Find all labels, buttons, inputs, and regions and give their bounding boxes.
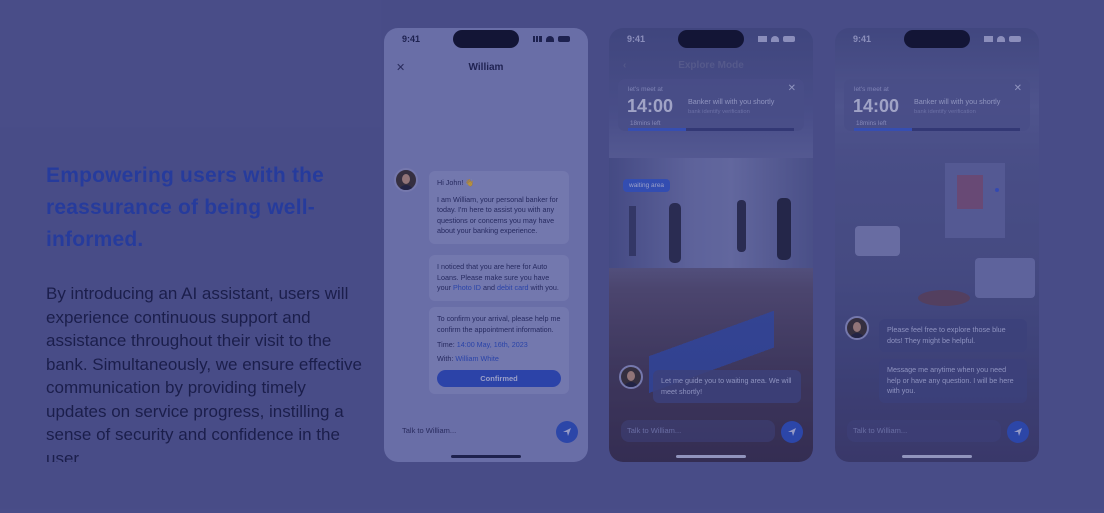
mins-left: 18mins left — [630, 120, 661, 127]
close-icon[interactable]: ✕ — [1014, 83, 1022, 94]
time-progress-bar — [854, 128, 1020, 131]
explore-tip-message: Please feel free to explore those blue d… — [879, 319, 1027, 353]
message-bubble-documents: I noticed that you are here for Auto Loa… — [429, 255, 569, 301]
home-indicator — [676, 455, 746, 458]
chat-title: William — [468, 62, 504, 73]
explore-nav: ‹ Explore Mode — [609, 60, 813, 71]
banker-avatar — [394, 168, 418, 192]
confirmed-button[interactable]: Confirmed — [437, 370, 561, 388]
phone-explore-screen: 9:41 ‹ Explore Mode let's meet at 14:00 … — [609, 28, 813, 462]
send-button[interactable] — [781, 421, 803, 443]
message-bubble-greeting: Hi John! 👋 I am William, your personal b… — [429, 171, 569, 244]
headline: Empowering users with the reassurance of… — [46, 164, 325, 251]
body-copy: By introducing an AI assistant, users wi… — [46, 284, 362, 462]
message-bubble-appointment: To confirm your arrival, please help me … — [429, 307, 569, 395]
send-icon — [563, 428, 571, 436]
waiting-area-pin[interactable]: waiting area — [623, 179, 671, 192]
status-icons — [984, 36, 1021, 42]
meet-time: 14:00 — [627, 96, 674, 116]
chat-input[interactable]: Talk to William... — [621, 420, 775, 442]
dynamic-island — [904, 30, 970, 48]
time-progress-bar — [628, 128, 794, 131]
close-icon[interactable]: ✕ — [396, 58, 405, 78]
signal-icon — [533, 36, 542, 42]
message-intro: I am William, your personal banker for t… — [437, 194, 559, 236]
chat-header: ✕ William — [384, 58, 588, 78]
appointment-card: let's meet at 14:00 18mins left Banker w… — [844, 79, 1030, 131]
mins-left: 18mins left — [856, 120, 887, 127]
phone-chat-screen: 9:41 ✕ William Hi John! 👋 I am William, … — [384, 28, 588, 462]
message-documents-and: and — [482, 283, 495, 293]
message-documents-tail: with you. — [530, 283, 559, 293]
back-icon[interactable]: ‹ — [623, 60, 626, 71]
appointment-time-row: Time: 14:00 May, 16th, 2023 — [437, 340, 561, 351]
phone-explore-tips-screen: 9:41 let's meet at 14:00 18mins left Ban… — [835, 28, 1039, 462]
send-button[interactable] — [1007, 421, 1029, 443]
chat-input[interactable]: Talk to William... — [396, 420, 550, 442]
photo-id-link[interactable]: Photo ID — [453, 283, 481, 292]
dynamic-island — [453, 30, 519, 48]
send-icon — [788, 428, 796, 436]
appointment-card: let's meet at 14:00 18mins left Banker w… — [618, 79, 804, 131]
battery-icon — [1009, 36, 1021, 42]
chat-input[interactable]: Talk to William... — [847, 420, 1001, 442]
guide-message: Let me guide you to waiting area. We wil… — [653, 370, 801, 404]
banker-avatar — [619, 365, 643, 389]
send-button[interactable] — [556, 421, 578, 443]
battery-icon — [558, 36, 570, 42]
close-icon[interactable]: ✕ — [788, 83, 796, 94]
banker-status: Banker will with you shortly — [914, 97, 1001, 106]
appointment-time-value: 14:00 May, 16th, 2023 — [456, 340, 528, 350]
status-time: 9:41 — [627, 34, 646, 44]
dynamic-island — [678, 30, 744, 48]
home-indicator — [451, 455, 521, 458]
signal-icon — [984, 36, 993, 42]
status-icons — [758, 36, 795, 42]
status-time: 9:41 — [402, 34, 421, 44]
help-message: Message me anytime when you need help or… — [879, 359, 1027, 403]
banker-avatar — [845, 316, 869, 340]
battery-icon — [783, 36, 795, 42]
meet-label: let's meet at — [854, 86, 889, 93]
appointment-with-value: William White — [455, 353, 499, 363]
status-icons — [533, 36, 570, 42]
banker-substatus: bank identify verification — [914, 109, 976, 115]
wifi-icon — [997, 36, 1005, 42]
wifi-icon — [546, 36, 554, 42]
meet-label: let's meet at — [628, 86, 663, 93]
message-greeting: Hi John! 👋 — [437, 178, 475, 187]
wifi-icon — [771, 36, 779, 42]
status-time: 9:41 — [853, 34, 872, 44]
meet-time: 14:00 — [853, 96, 900, 116]
home-indicator — [902, 455, 972, 458]
signal-icon — [758, 36, 767, 42]
explore-title: Explore Mode — [678, 60, 744, 71]
appointment-time-label: Time: — [437, 340, 455, 350]
banker-status: Banker will with you shortly — [688, 97, 775, 106]
appointment-with-row: With: William White — [437, 354, 561, 365]
banker-substatus: bank identify verification — [688, 109, 750, 115]
appointment-with-label: With: — [437, 353, 454, 363]
message-appointment-text: To confirm your arrival, please help me … — [437, 314, 561, 334]
send-icon — [1014, 428, 1022, 436]
debit-card-link[interactable]: debit card — [497, 283, 529, 292]
